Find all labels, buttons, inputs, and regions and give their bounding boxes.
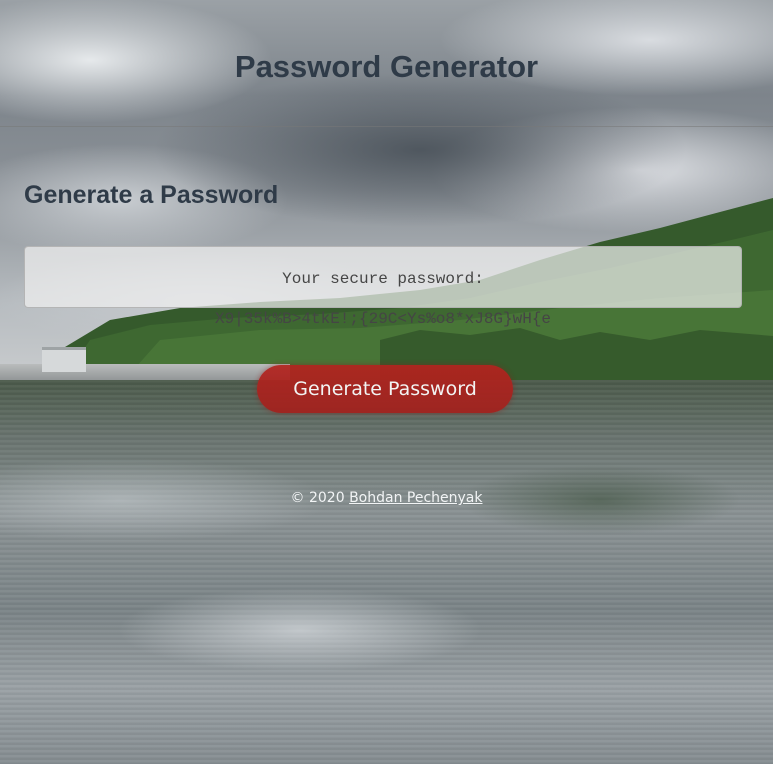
card-heading: Generate a Password bbox=[24, 181, 279, 209]
page-title: Password Generator bbox=[234, 49, 539, 84]
lake-water bbox=[0, 380, 773, 764]
copyright-text: © 2020 bbox=[290, 490, 345, 506]
generate-password-button[interactable]: Generate Password bbox=[257, 365, 513, 413]
card-divider bbox=[0, 228, 773, 229]
password-label: Your secure password: bbox=[282, 270, 484, 288]
dam-building bbox=[42, 347, 86, 372]
password-value: X9|35k%B>4tkE!;{29C<Ys%o8*xJ8G}wH{e bbox=[214, 310, 552, 328]
page-header: Password Generator bbox=[0, 0, 773, 127]
page-footer: © 2020 Bohdan Pechenyak bbox=[0, 489, 773, 507]
author-link[interactable]: Bohdan Pechenyak bbox=[349, 490, 482, 506]
password-textarea[interactable]: Your secure password: X9|35k%B>4tkE!;{29… bbox=[24, 246, 742, 328]
